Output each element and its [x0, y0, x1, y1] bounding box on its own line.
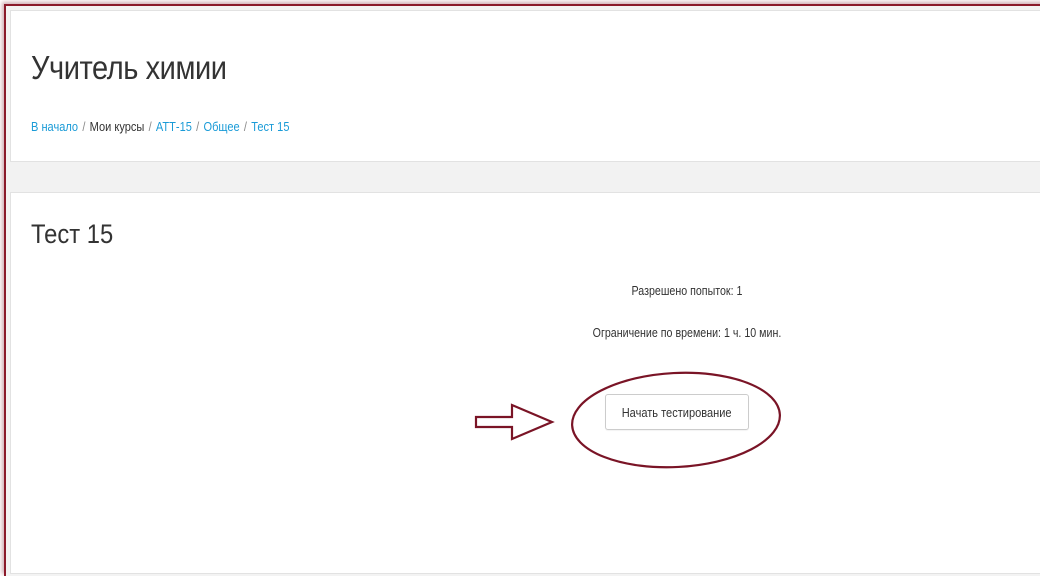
breadcrumb-separator: / [243, 119, 248, 134]
breadcrumb-separator: / [196, 119, 200, 134]
breadcrumb-course-link[interactable]: АТТ-15 [156, 119, 192, 134]
start-quiz-button[interactable]: Начать тестирование [605, 394, 749, 430]
breadcrumb-separator: / [82, 119, 86, 134]
page-title: Учитель химии [31, 49, 227, 86]
breadcrumb-section-link[interactable]: Общее [203, 119, 239, 134]
quiz-content: Тест 15 Разрешено попыток: 1 Ограничение… [10, 192, 1040, 574]
breadcrumb-quiz-link[interactable]: Тест 15 [251, 119, 289, 134]
breadcrumb-home-link[interactable]: В начало [31, 119, 78, 134]
page-header: Учитель химии В начало / Мои курсы / АТТ-15/… [10, 10, 1040, 162]
breadcrumb-separator: / [148, 119, 152, 134]
breadcrumb: В начало / Мои курсы / АТТ-15/Общее / Тест 15 [31, 119, 289, 134]
time-limit-text: Ограничение по времени: 1 ч. 10 мин. [592, 325, 782, 340]
attempts-allowed-text: Разрешено попыток: 1 [631, 283, 743, 298]
quiz-title: Тест 15 [31, 219, 114, 249]
breadcrumb-my-courses: Мои курсы [89, 119, 145, 134]
section-divider [10, 162, 1040, 192]
start-quiz-button-label: Начать тестирование [622, 404, 732, 420]
